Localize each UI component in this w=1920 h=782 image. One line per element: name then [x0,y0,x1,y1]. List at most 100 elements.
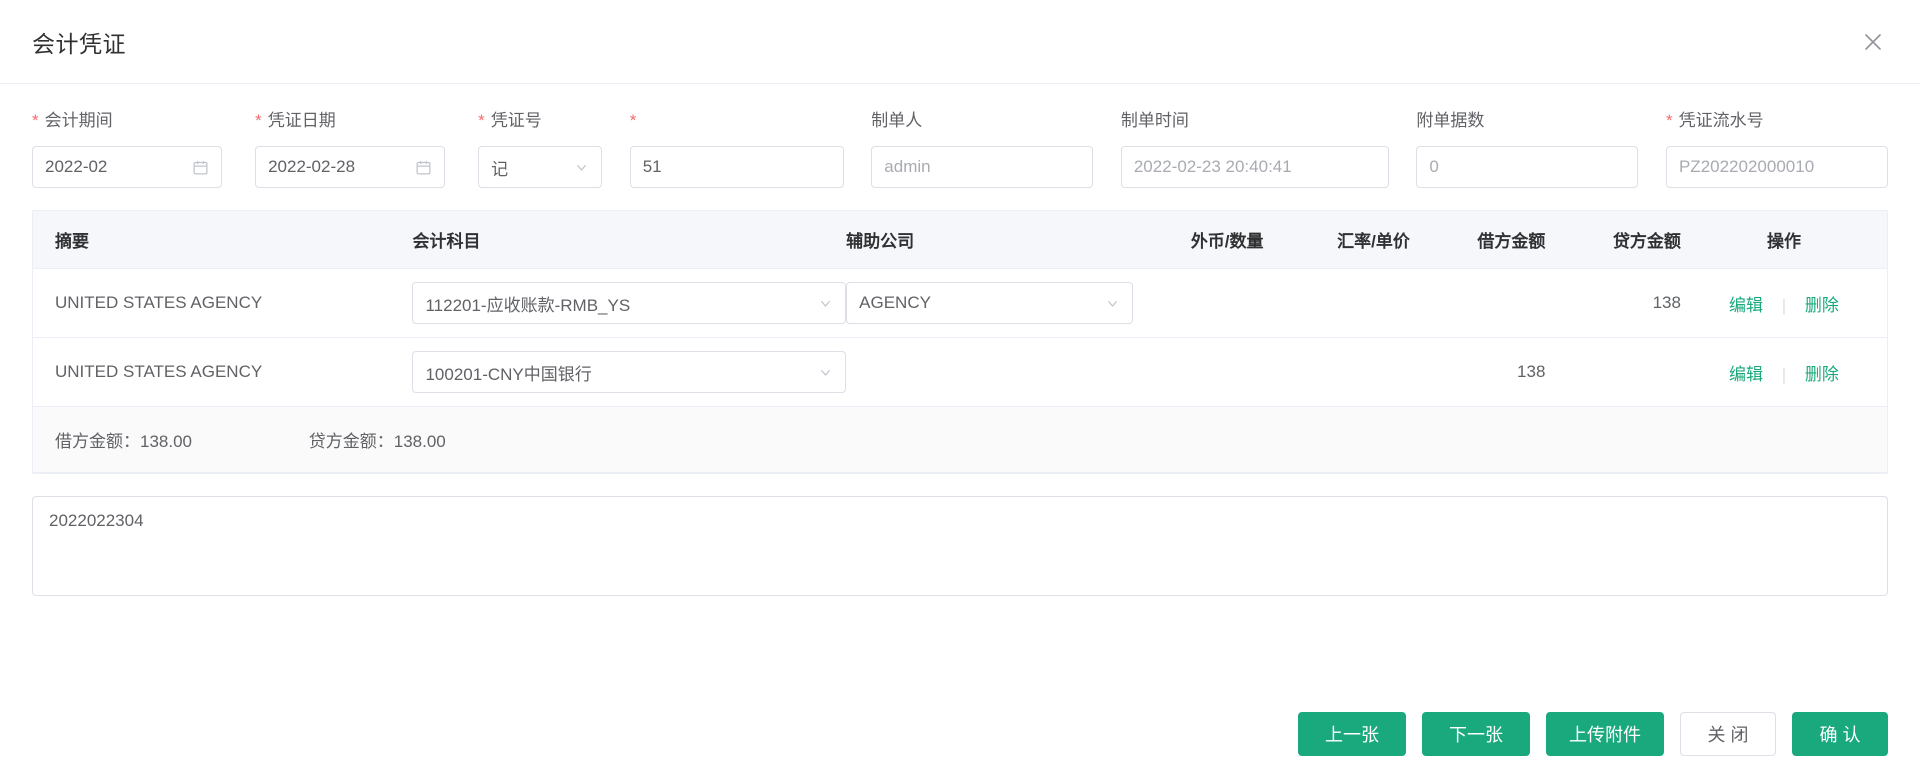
column-header-rate: 汇率/单价 [1263,211,1410,269]
accounting-voucher-dialog: 会计凭证 * 会计期间 2022-02 * 凭证日期 2022-02-28 * … [0,0,1920,782]
chevron-down-icon [574,160,589,175]
cell-summary: UNITED STATES AGENCY [33,337,413,407]
total-credit-label: 贷方金额：138.00 [308,432,446,451]
field-label-preparer: 制单人 [871,111,923,130]
voucher-type-value: 记 [491,159,509,179]
field-label-voucher-number: * [630,108,844,134]
action-separator: | [1781,295,1787,315]
page-title: 会计凭证 [32,30,126,57]
account-value: 100201-CNY中国银行 [425,364,592,384]
action-separator: | [1781,364,1787,384]
attachment-count-value: 0 [1429,157,1439,176]
table-row: UNITED STATES AGENCY 100201-CNY中国银行 138 … [33,337,1887,407]
field-voucher-number: * 51 [629,108,844,188]
column-header-debit: 借方金额 [1409,211,1546,269]
cell-fx [1133,268,1264,338]
required-asterisk: * [1665,111,1673,130]
dialog-body: * 会计期间 2022-02 * 凭证日期 2022-02-28 * 凭证号 记… [0,84,1920,692]
accounting-period-input[interactable]: 2022-02 [32,146,222,188]
aux-company-value: AGENCY [859,293,931,312]
chevron-down-icon [818,365,833,380]
field-voucher-type: * 凭证号 记 [478,108,603,188]
field-label-attachment-count: 附单据数 [1416,111,1485,130]
note-textarea[interactable] [32,496,1888,596]
aux-company-select[interactable]: AGENCY [846,282,1134,324]
dialog-header: 会计凭证 [0,0,1920,84]
cell-rate [1263,268,1410,338]
column-header-actions: 操作 [1680,211,1887,269]
total-debit-label: 借方金额：138.00 [55,432,192,451]
prev-voucher-button[interactable]: 上一张 [1298,712,1406,756]
cell-credit: 138 [1545,268,1681,338]
column-header-credit: 贷方金额 [1545,211,1681,269]
account-value: 112201-应收账款-RMB_YS [425,295,631,315]
required-asterisk: * [629,111,637,130]
cell-credit [1545,337,1681,407]
voucher-entries-table: 摘要 会计科目 辅助公司 外币/数量 汇率/单价 借方金额 贷方金额 操作 UN… [32,210,1888,474]
field-label-voucher-serial: * 凭证流水号 [1665,111,1764,130]
voucher-number-value: 51 [642,157,662,176]
delete-link[interactable]: 删除 [1805,365,1839,384]
field-voucher-date: * 凭证日期 2022-02-28 [255,108,446,188]
voucher-date-input[interactable]: 2022-02-28 [255,146,446,188]
column-header-summary: 摘要 [33,211,413,269]
required-asterisk: * [478,111,485,130]
field-preparer: 制单人 admin [871,108,1094,188]
field-label-accounting-period: * 会计期间 [32,111,113,130]
prepare-time-input[interactable]: 2022-02-23 20:40:41 [1120,146,1389,188]
required-asterisk: * [255,111,262,130]
cell-debit: 138 [1409,337,1546,407]
cell-aux [846,337,1134,407]
cell-summary: UNITED STATES AGENCY [33,268,413,338]
cell-rate [1263,337,1410,407]
close-button[interactable]: 关 闭 [1680,712,1776,756]
upload-attachment-button[interactable]: 上传附件 [1546,712,1664,756]
confirm-button[interactable]: 确 认 [1792,712,1888,756]
cell-account: 100201-CNY中国银行 [412,337,847,407]
note-section [32,496,1888,601]
field-label-voucher-date: * 凭证日期 [255,111,336,130]
voucher-serial-value: PZ202202000010 [1678,157,1815,176]
cell-aux: AGENCY [846,268,1134,338]
chevron-down-icon [1105,296,1120,311]
field-label-prepare-time: 制单时间 [1120,111,1189,130]
field-prepare-time: 制单时间 2022-02-23 20:40:41 [1120,108,1389,188]
delete-link[interactable]: 删除 [1805,296,1839,315]
account-select[interactable]: 112201-应收账款-RMB_YS [412,282,847,324]
field-accounting-period: * 会计期间 2022-02 [32,108,222,188]
cell-debit [1409,268,1546,338]
column-header-account: 会计科目 [412,211,847,269]
table-row: UNITED STATES AGENCY 112201-应收账款-RMB_YS [33,268,1887,338]
cell-actions: 编辑 | 删除 [1680,268,1887,338]
next-voucher-button[interactable]: 下一张 [1422,712,1530,756]
table-header-row: 摘要 会计科目 辅助公司 外币/数量 汇率/单价 借方金额 贷方金额 操作 [33,211,1887,269]
field-voucher-serial: * 凭证流水号 PZ202202000010 [1665,108,1888,188]
totals-row: 借方金额：138.00 贷方金额：138.00 [33,406,1887,473]
calendar-icon [192,159,209,176]
cell-totals: 借方金额：138.00 贷方金额：138.00 [33,406,1887,473]
calendar-icon [415,159,432,176]
edit-link[interactable]: 编辑 [1729,296,1763,315]
cell-account: 112201-应收账款-RMB_YS [412,268,847,338]
cell-fx [1133,337,1264,407]
column-header-fx: 外币/数量 [1133,211,1264,269]
accounting-period-value: 2022-02 [45,157,108,176]
column-header-aux: 辅助公司 [846,211,1134,269]
preparer-input[interactable]: admin [871,146,1094,188]
voucher-date-value: 2022-02-28 [268,157,356,176]
edit-link[interactable]: 编辑 [1729,365,1763,384]
voucher-number-input[interactable]: 51 [629,146,844,188]
voucher-form: * 会计期间 2022-02 * 凭证日期 2022-02-28 * 凭证号 记… [32,108,1888,188]
field-attachment-count: 附单据数 0 [1416,108,1639,188]
attachment-count-input[interactable]: 0 [1416,146,1639,188]
chevron-down-icon [818,296,833,311]
preparer-value: admin [884,157,931,176]
close-icon[interactable] [1856,25,1890,59]
cell-actions: 编辑 | 删除 [1680,337,1887,407]
dialog-footer: 上一张 下一张 上传附件 关 闭 确 认 [0,692,1920,782]
account-select[interactable]: 100201-CNY中国银行 [412,351,847,393]
voucher-serial-input[interactable]: PZ202202000010 [1665,146,1888,188]
required-asterisk: * [32,111,39,130]
prepare-time-value: 2022-02-23 20:40:41 [1133,157,1292,176]
voucher-type-select[interactable]: 记 [478,146,603,188]
